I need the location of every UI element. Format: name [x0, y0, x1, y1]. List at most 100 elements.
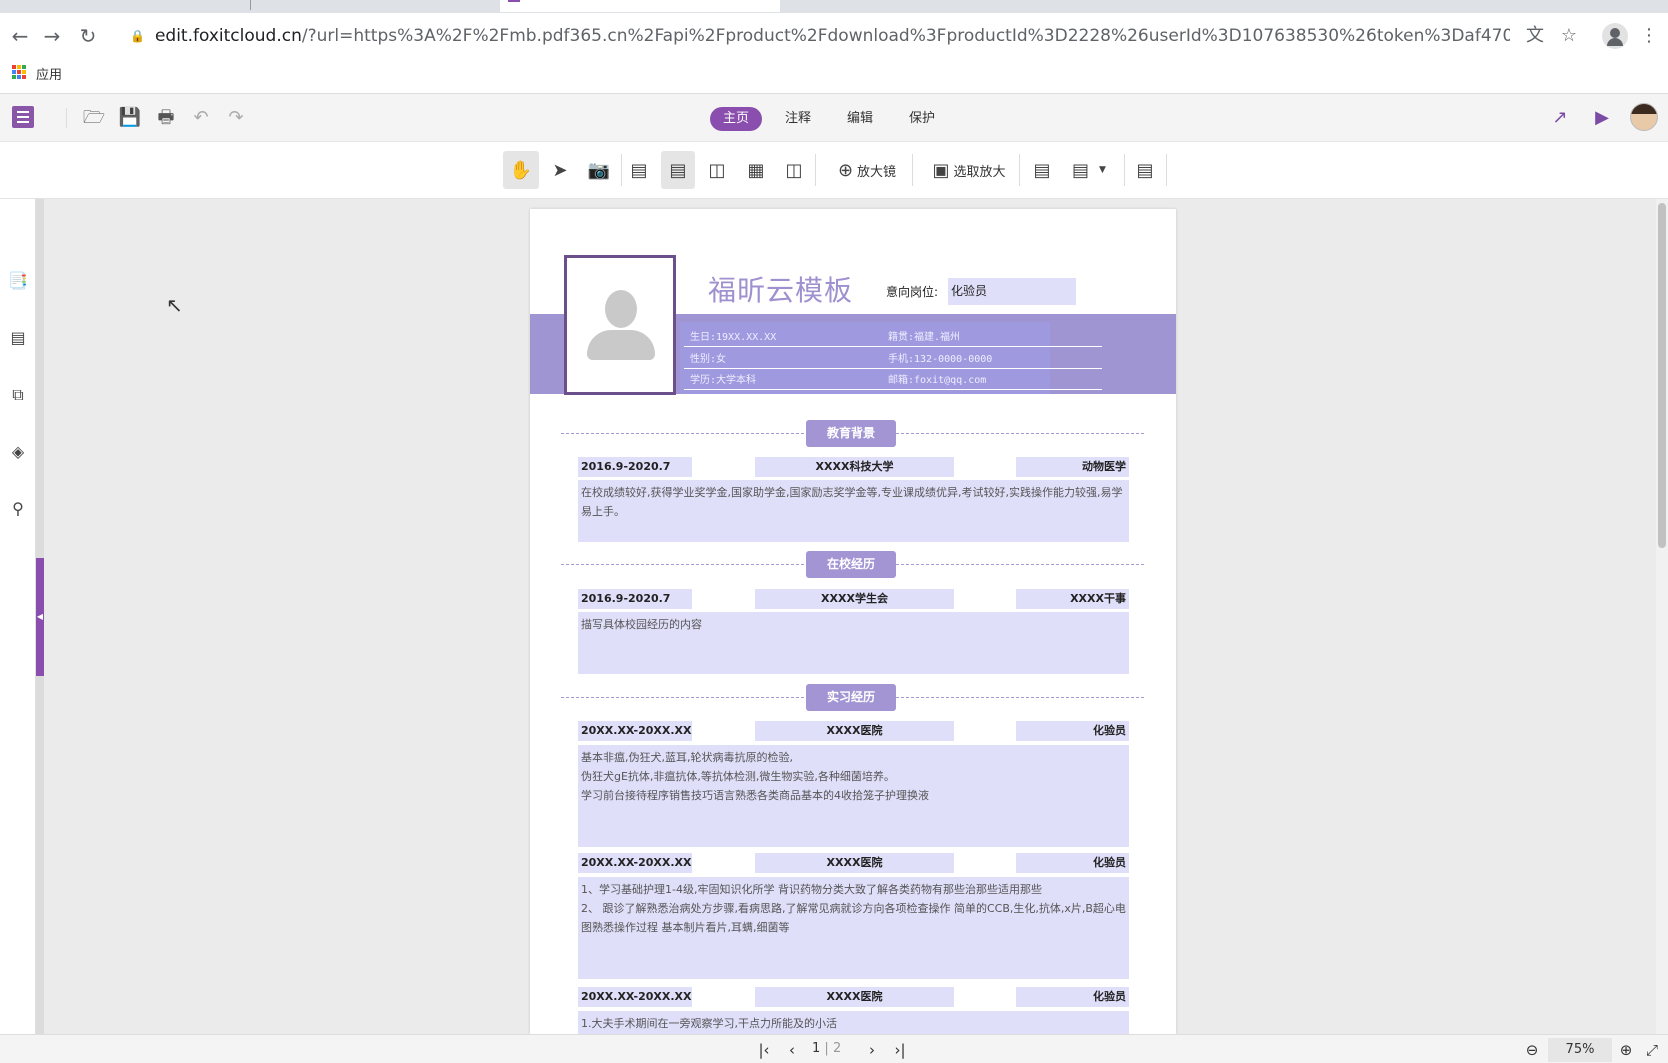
document-properties-icon[interactable]: ▤: [1130, 151, 1160, 189]
bookmark-panel-icon[interactable]: 📑: [8, 271, 28, 291]
main-menu-button[interactable]: [12, 106, 34, 128]
search-icon[interactable]: ⚲: [8, 499, 28, 519]
divider: [621, 154, 622, 186]
star-icon[interactable]: ☆: [1558, 25, 1580, 47]
person-silhouette-body: [587, 330, 655, 360]
entry-description[interactable]: 描写具体校园经历的内容: [578, 612, 1129, 674]
redo-icon[interactable]: ↷: [224, 106, 248, 130]
reload-icon[interactable]: ↻: [76, 24, 100, 48]
divider: [66, 108, 67, 128]
user-avatar[interactable]: [1630, 103, 1658, 131]
status-bar: |‹ ‹ 1 | 2 › ›| ⊖ 75% ⊕ ⤢: [0, 1034, 1668, 1063]
divider: [815, 154, 816, 186]
present-icon[interactable]: ▶: [1590, 106, 1614, 130]
page-indicator[interactable]: 1 | 2: [812, 1041, 841, 1056]
back-arrow-icon[interactable]: ←: [8, 24, 32, 48]
zoom-level[interactable]: 75%: [1548, 1038, 1612, 1062]
browser-tabstrip: ... ... ...: [0, 0, 1668, 13]
magnifier-label: 放大镜: [857, 161, 896, 180]
toolbar: ✋ ➤ 📷 ▤ ▤ ◫ ▦ ◫ ⊕放大镜 ▣选取放大 ▤ ▤▼ ▤: [0, 142, 1668, 199]
two-page-icon[interactable]: ◫: [701, 151, 733, 189]
comment-list-icon: ▤: [1072, 160, 1089, 181]
divider: [684, 346, 1102, 347]
snapshot-camera-icon[interactable]: 📷: [583, 151, 615, 189]
entry-date[interactable]: 20XX.XX-20XX.XX: [578, 721, 692, 741]
entry-org[interactable]: XXXX科技大学: [755, 457, 954, 477]
fit-page-icon[interactable]: ⤢: [1642, 1040, 1662, 1060]
hand-tool-icon[interactable]: ✋: [503, 151, 539, 189]
previous-page-icon[interactable]: ‹: [782, 1040, 802, 1060]
entry-description[interactable]: 基本非瘟,伪狂犬,蓝耳,轮状病毒抗原的检验, 伪狂犬gE抗体,非瘟抗体,等抗体检…: [578, 745, 1129, 847]
entry-role[interactable]: XXXX干事: [1016, 589, 1129, 609]
undo-icon[interactable]: ↶: [189, 106, 213, 130]
left-panel-rail: 📑 ▤ ⧉ ◈ ⚲: [0, 199, 36, 1034]
divider: [912, 154, 913, 186]
magnifier-button[interactable]: ⊕放大镜: [828, 151, 906, 189]
entry-date[interactable]: 2016.9-2020.7: [578, 457, 692, 477]
bookmarks-bar: 应用: [0, 58, 1668, 94]
first-page-icon[interactable]: |‹: [754, 1040, 774, 1060]
select-zoom-button[interactable]: ▣选取放大: [925, 151, 1013, 189]
entry-date[interactable]: 20XX.XX-20XX.XX: [578, 987, 692, 1007]
zoom-out-icon[interactable]: ⊖: [1522, 1040, 1542, 1060]
zoom-in-icon[interactable]: ⊕: [1616, 1040, 1636, 1060]
save-icon[interactable]: 💾: [118, 106, 142, 130]
single-page-icon[interactable]: ▤: [624, 151, 654, 189]
mouse-cursor-icon: ↖: [166, 293, 183, 317]
layers-panel-icon[interactable]: ◈: [8, 442, 28, 462]
entry-date[interactable]: 2016.9-2020.7: [578, 589, 692, 609]
translate-icon[interactable]: 文: [1524, 25, 1546, 47]
next-page-icon[interactable]: ›: [862, 1040, 882, 1060]
info-email: 邮箱:foxit@qq.com: [888, 371, 986, 386]
profile-icon[interactable]: [1602, 23, 1628, 49]
comment-icon[interactable]: ▤: [1028, 151, 1056, 189]
browser-tab-active[interactable]: ...: [500, 0, 780, 12]
browser-tab[interactable]: ...: [20, 0, 240, 12]
print-icon[interactable]: 🖶: [154, 106, 178, 130]
address-bar-row: ← → ↻ 🔒 edit.foxitcloud.cn/?url=https%3A…: [0, 13, 1668, 58]
entry-org[interactable]: XXXX医院: [755, 987, 954, 1007]
divider: [684, 389, 1102, 390]
entry-org[interactable]: XXXX医院: [755, 853, 954, 873]
entry-role[interactable]: 化验员: [1016, 721, 1129, 741]
entry-role[interactable]: 动物医学: [1016, 457, 1129, 477]
scrollbar-thumb[interactable]: [1658, 203, 1666, 548]
entry-date[interactable]: 20XX.XX-20XX.XX: [578, 853, 692, 873]
last-page-icon[interactable]: ›|: [890, 1040, 910, 1060]
entry-org[interactable]: XXXX医院: [755, 721, 954, 741]
entry-description[interactable]: 1、学习基础护理1-4级,牢固知识化所学 背识药物分类大致了解各类药物有那些治那…: [578, 877, 1129, 979]
divider: [684, 368, 1102, 369]
share-icon[interactable]: ↗: [1548, 106, 1572, 130]
browser-tab[interactable]: ...: [262, 0, 482, 12]
forward-arrow-icon[interactable]: →: [40, 24, 64, 48]
two-page-continuous-icon[interactable]: ▦: [740, 151, 772, 189]
apps-label[interactable]: 应用: [36, 64, 62, 83]
section-title-education: 教育背景: [806, 420, 896, 447]
tab-protect[interactable]: 保护: [896, 107, 948, 131]
divider: [1019, 154, 1020, 186]
entry-description[interactable]: 1.大夫手术期间在一旁观察学习,干点力所能及的小活: [578, 1011, 1129, 1034]
continuous-page-icon[interactable]: ▤: [661, 151, 695, 189]
tab-edit[interactable]: 编辑: [834, 107, 886, 131]
entry-org[interactable]: XXXX学生会: [755, 589, 954, 609]
person-silhouette-icon: [605, 290, 637, 328]
url-field[interactable]: 🔒 edit.foxitcloud.cn/?url=https%3A%2F%2F…: [130, 21, 1510, 51]
position-field[interactable]: 化验员: [948, 278, 1076, 305]
current-page: 1: [812, 1041, 820, 1056]
tab-annotate[interactable]: 注释: [772, 107, 824, 131]
more-vert-icon[interactable]: ⋮: [1638, 25, 1660, 47]
pages-panel-icon[interactable]: ⧉: [8, 385, 28, 405]
entry-description[interactable]: 在校成绩较好,获得学业奖学金,国家助学金,国家励志奖学金等,专业课成绩优异,考试…: [578, 480, 1129, 542]
apps-grid-icon[interactable]: [12, 65, 26, 79]
comment-list-dropdown[interactable]: ▤▼: [1066, 151, 1112, 189]
cover-page-icon[interactable]: ◫: [778, 151, 810, 189]
comments-panel-icon[interactable]: ▤: [8, 328, 28, 348]
panel-toggle-handle[interactable]: ◀: [36, 558, 44, 676]
browser-tab-label: ...: [526, 0, 537, 3]
entry-role[interactable]: 化验员: [1016, 853, 1129, 873]
tab-home[interactable]: 主页: [710, 107, 762, 131]
app-header: 🗁 💾 🖶 ↶ ↷ 主页 注释 编辑 保护 ↗ ▶: [0, 94, 1668, 142]
select-arrow-icon[interactable]: ➤: [545, 151, 575, 189]
open-folder-icon[interactable]: 🗁: [82, 106, 106, 130]
entry-role[interactable]: 化验员: [1016, 987, 1129, 1007]
